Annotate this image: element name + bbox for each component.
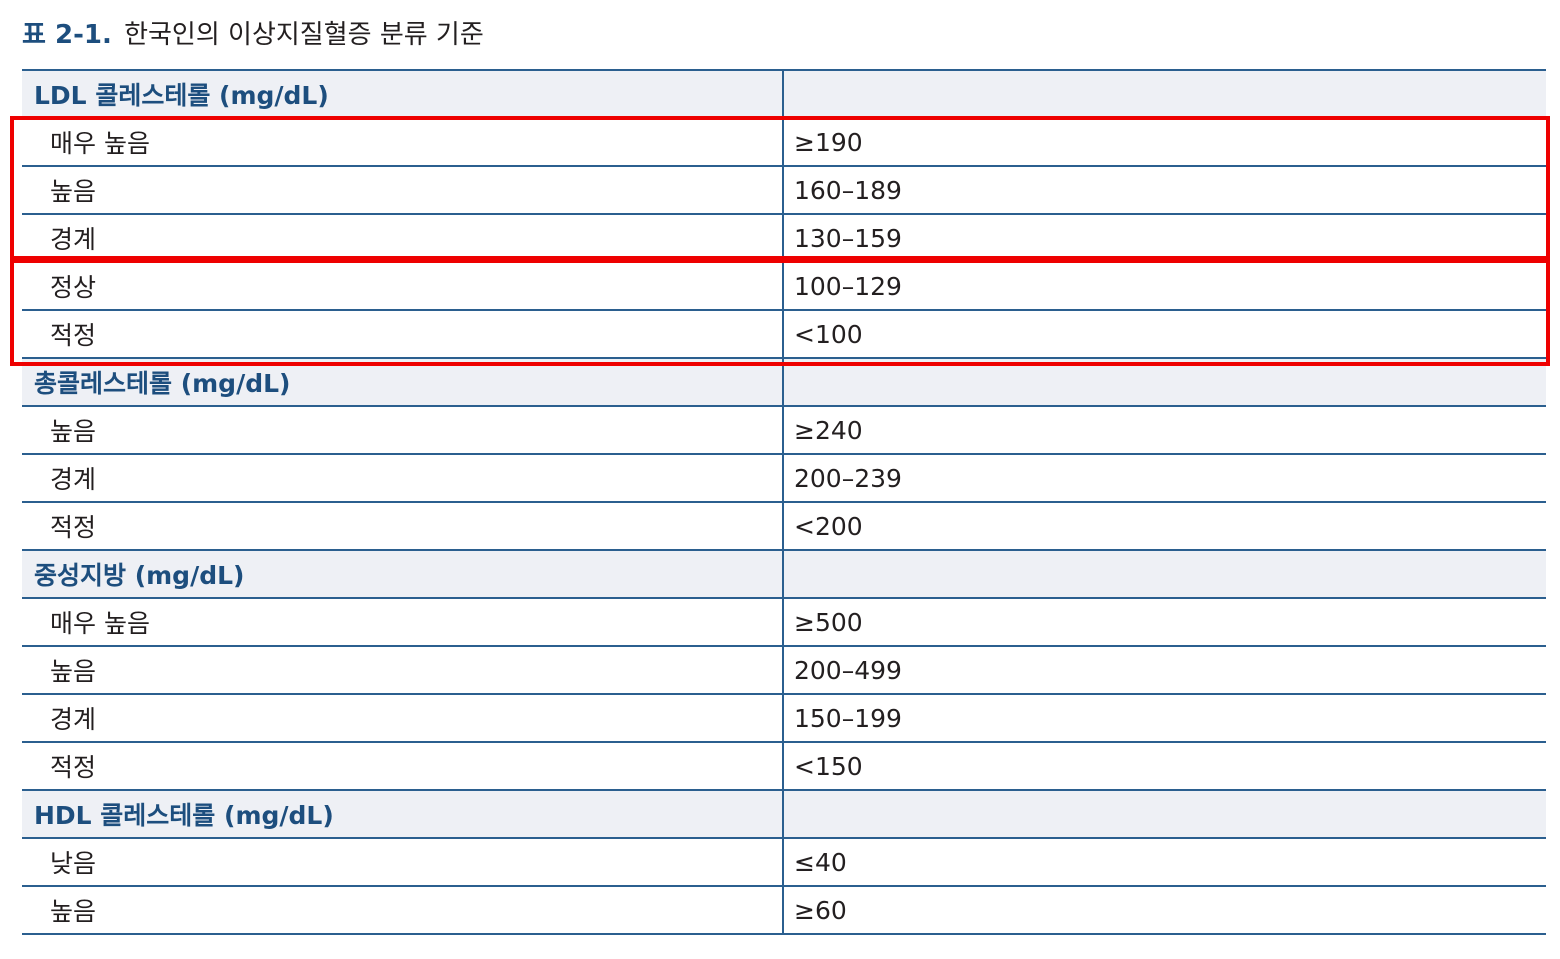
row-label: 낮음: [22, 839, 784, 885]
row-label: 높음: [22, 887, 784, 933]
caption-title: 한국인의 이상지질혈증 분류 기준: [124, 20, 484, 50]
table-row: 적정 <150: [22, 743, 1546, 791]
row-value: 200–239: [794, 463, 902, 493]
section-header-ldl: LDL 콜레스테롤 (mg/dL): [22, 71, 1546, 119]
caption-number: 표 2-1.: [22, 20, 112, 50]
row-label: 경계: [22, 215, 784, 261]
section-header-triglycerides: 중성지방 (mg/dL): [22, 551, 1546, 599]
section-title: HDL 콜레스테롤 (mg/dL): [22, 791, 784, 837]
table-row: 매우 높음 ≥500: [22, 599, 1546, 647]
row-label: 적정: [22, 503, 784, 549]
row-label: 매우 높음: [22, 119, 784, 165]
table-row: 낮음 ≤40: [22, 839, 1546, 887]
row-value: 100–129: [794, 271, 902, 301]
row-value: 130–159: [794, 223, 902, 253]
row-value: 200–499: [794, 655, 902, 685]
table-row: 경계 150–199: [22, 695, 1546, 743]
row-label: 경계: [22, 695, 784, 741]
section-header-total-cholesterol: 총콜레스테롤 (mg/dL): [22, 359, 1546, 407]
row-label: 매우 높음: [22, 599, 784, 645]
table-row: 매우 높음 ≥190: [22, 119, 1546, 167]
row-label: 높음: [22, 167, 784, 213]
row-label: 높음: [22, 407, 784, 453]
row-value: ≤40: [794, 847, 847, 877]
row-value: 150–199: [794, 703, 902, 733]
row-value: ≥500: [794, 607, 863, 637]
classification-table: LDL 콜레스테롤 (mg/dL) 매우 높음 ≥190 높음 160–189 …: [22, 69, 1546, 935]
section-value-empty: [784, 551, 1546, 597]
row-value: <150: [794, 751, 863, 781]
section-title: 중성지방 (mg/dL): [22, 551, 784, 597]
table-row: 적정 <200: [22, 503, 1546, 551]
section-value-empty: [784, 71, 1546, 117]
table-row: 높음 200–499: [22, 647, 1546, 695]
table-row: 경계 200–239: [22, 455, 1546, 503]
table-row: 높음 160–189: [22, 167, 1546, 215]
table-caption: 표 2-1. 한국인의 이상지질혈증 분류 기준: [22, 18, 484, 52]
row-label: 경계: [22, 455, 784, 501]
row-label: 적정: [22, 743, 784, 789]
row-label: 정상: [22, 263, 784, 309]
section-header-hdl: HDL 콜레스테롤 (mg/dL): [22, 791, 1546, 839]
row-value: 160–189: [794, 175, 902, 205]
table-row: 높음 ≥60: [22, 887, 1546, 935]
table-row: 적정 <100: [22, 311, 1546, 359]
row-value: ≥240: [794, 415, 863, 445]
row-value: <200: [794, 511, 863, 541]
section-title: LDL 콜레스테롤 (mg/dL): [22, 71, 784, 117]
table-row: 경계 130–159: [22, 215, 1546, 263]
table-row: 높음 ≥240: [22, 407, 1546, 455]
row-value: <100: [794, 319, 863, 349]
section-value-empty: [784, 359, 1546, 405]
row-value: ≥60: [794, 895, 847, 925]
section-value-empty: [784, 791, 1546, 837]
row-label: 적정: [22, 311, 784, 357]
row-value: ≥190: [794, 127, 863, 157]
table-row: 정상 100–129: [22, 263, 1546, 311]
row-label: 높음: [22, 647, 784, 693]
section-title: 총콜레스테롤 (mg/dL): [22, 359, 784, 405]
